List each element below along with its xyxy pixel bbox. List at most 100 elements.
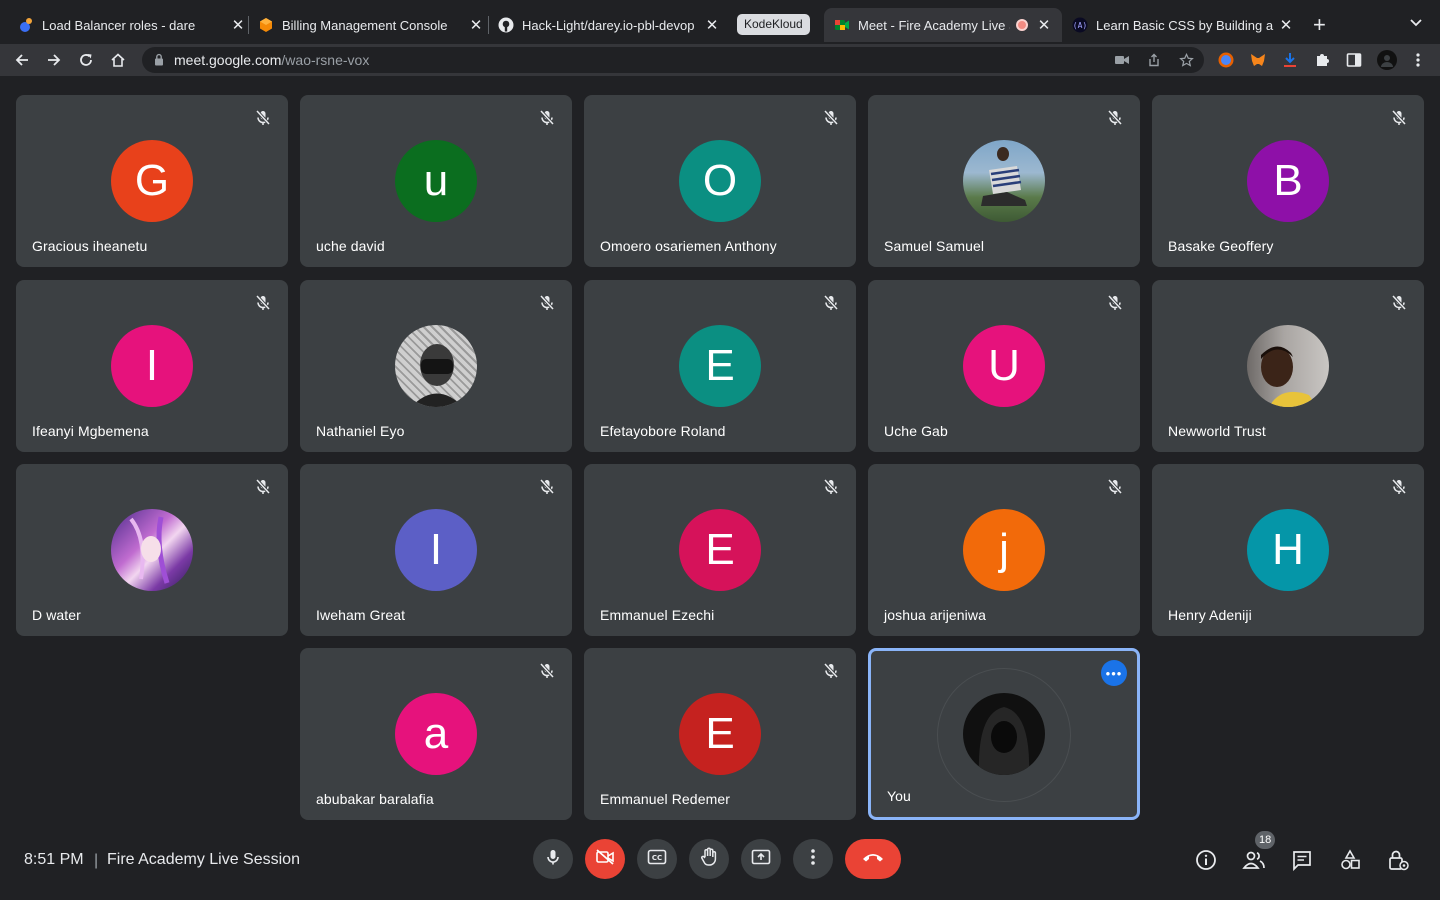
mic-muted-icon xyxy=(254,294,272,312)
mic-button[interactable] xyxy=(533,839,573,879)
back-icon[interactable] xyxy=(10,48,34,72)
close-tab-icon[interactable]: ✕ xyxy=(1278,16,1294,34)
browser-toolbar: meet.google.com/wao-rsne-vox xyxy=(0,44,1440,76)
metamask-extension-icon[interactable] xyxy=(1249,51,1267,69)
address-bar[interactable]: meet.google.com/wao-rsne-vox xyxy=(142,47,1204,73)
share-icon[interactable] xyxy=(1146,52,1162,68)
participant-tile[interactable]: u uche david xyxy=(300,95,572,267)
browser-tab[interactable]: Load Balancer roles - dare ✕ xyxy=(18,8,246,42)
browser-tab[interactable]: Billing Management Console ✕ xyxy=(258,8,484,42)
tab-search-chevron-icon[interactable] xyxy=(1410,14,1422,30)
participant-tile[interactable]: G Gracious iheanetu xyxy=(16,95,288,267)
close-tab-icon[interactable]: ✕ xyxy=(230,16,246,34)
tab-divider xyxy=(488,16,489,34)
participant-tile[interactable]: Samuel Samuel xyxy=(868,95,1140,267)
participant-tile[interactable]: E Emmanuel Ezechi xyxy=(584,464,856,636)
participant-tile[interactable]: Nathaniel Eyo xyxy=(300,280,572,452)
present-button[interactable] xyxy=(741,839,781,879)
participant-tile[interactable]: O Omoero osariemen Anthony xyxy=(584,95,856,267)
mic-muted-icon xyxy=(254,478,272,496)
captions-button[interactable]: CC xyxy=(637,839,677,879)
participant-tile[interactable]: U Uche Gab xyxy=(868,280,1140,452)
svg-text:CC: CC xyxy=(652,854,662,862)
captions-icon: CC xyxy=(647,849,667,870)
chat-icon[interactable] xyxy=(1290,848,1314,872)
url-text: meet.google.com/wao-rsne-vox xyxy=(174,52,369,68)
avatar-initial: E xyxy=(705,525,735,574)
new-tab-icon[interactable]: + xyxy=(1313,12,1326,38)
separator: | xyxy=(94,852,99,869)
participant-tile[interactable]: Newworld Trust xyxy=(1152,280,1424,452)
participant-tile[interactable]: E Efetayobore Roland xyxy=(584,280,856,452)
participant-tile[interactable]: D water xyxy=(16,464,288,636)
avatar: H xyxy=(1247,509,1329,591)
self-name: You xyxy=(887,788,911,804)
host-controls-icon[interactable] xyxy=(1386,848,1410,872)
participant-name: Efetayobore Roland xyxy=(600,423,726,439)
avatar-photo xyxy=(111,509,193,591)
mic-muted-icon xyxy=(538,109,556,127)
more-options-icon xyxy=(811,848,815,870)
mic-muted-icon xyxy=(254,109,272,127)
avatar-initial: U xyxy=(988,341,1020,390)
participant-tile[interactable]: H Henry Adeniji xyxy=(1152,464,1424,636)
raise-hand-button[interactable] xyxy=(689,839,729,879)
avatar-photo xyxy=(1247,325,1329,407)
participant-tile[interactable]: I Iweham Great xyxy=(300,464,572,636)
participant-tile[interactable]: a abubakar baralafia xyxy=(300,648,572,820)
more-options-button[interactable] xyxy=(793,839,833,879)
camera-in-use-icon[interactable] xyxy=(1114,52,1130,68)
mic-muted-icon xyxy=(1390,294,1408,312)
close-tab-icon[interactable]: ✕ xyxy=(468,16,484,34)
self-tile[interactable]: ••• You xyxy=(868,648,1140,820)
firefox-relay-extension-icon[interactable] xyxy=(1217,51,1235,69)
mic-muted-icon xyxy=(1106,478,1124,496)
browser-tab[interactable]: Hack-Light/darey.io-pbl-devop ✕ xyxy=(498,8,720,42)
avatar: U xyxy=(963,325,1045,407)
close-tab-icon[interactable]: ✕ xyxy=(704,16,720,34)
participant-name: Ifeanyi Mgbemena xyxy=(32,423,149,439)
clock: 8:51 PM xyxy=(24,851,84,868)
mic-muted-icon xyxy=(538,478,556,496)
profile-avatar-icon[interactable] xyxy=(1377,50,1397,70)
people-icon[interactable] xyxy=(1242,848,1266,872)
present-icon xyxy=(751,849,771,870)
avatar: u xyxy=(395,140,477,222)
darey-icon xyxy=(18,17,34,33)
close-tab-icon[interactable]: ✕ xyxy=(1036,16,1052,34)
mic-muted-icon xyxy=(822,294,840,312)
side-panel-icon[interactable] xyxy=(1345,51,1363,69)
tab-title: Learn Basic CSS by Building a xyxy=(1096,17,1274,33)
forward-icon[interactable] xyxy=(42,48,66,72)
participant-name: Henry Adeniji xyxy=(1168,607,1252,623)
info-icon[interactable] xyxy=(1194,848,1218,872)
participant-name: Omoero osariemen Anthony xyxy=(600,238,777,254)
participant-tile[interactable]: B Basake Geoffery xyxy=(1152,95,1424,267)
home-icon[interactable] xyxy=(106,48,130,72)
bookmark-star-icon[interactable] xyxy=(1178,52,1194,68)
avatar-initial: I xyxy=(429,525,443,574)
browser-tab-active[interactable]: Meet - Fire Academy Live S ✕ xyxy=(824,8,1062,42)
tab-strip: Load Balancer roles - dare ✕ Billing Man… xyxy=(0,0,1440,44)
camera-button[interactable] xyxy=(585,839,625,879)
leave-call-button[interactable] xyxy=(845,839,901,879)
more-options-dots-icon[interactable]: ••• xyxy=(1101,660,1127,686)
meeting-controls-bar: 8:51 PM | Fire Academy Live Session CC 1… xyxy=(0,826,1440,900)
reload-icon[interactable] xyxy=(74,48,98,72)
tab-title: Hack-Light/darey.io-pbl-devop xyxy=(522,17,695,33)
avatar-initial: a xyxy=(423,709,449,758)
avatar-initial: I xyxy=(145,341,159,390)
extensions-puzzle-icon[interactable] xyxy=(1313,51,1331,69)
participant-name: Uche Gab xyxy=(884,423,948,439)
browser-menu-icon[interactable] xyxy=(1409,51,1427,69)
tab-divider xyxy=(248,16,249,34)
activities-icon[interactable] xyxy=(1338,848,1362,872)
lock-icon[interactable] xyxy=(154,53,164,71)
participant-tile[interactable]: I Ifeanyi Mgbemena xyxy=(16,280,288,452)
participant-tile[interactable]: j joshua arijeniwa xyxy=(868,464,1140,636)
avatar: E xyxy=(679,693,761,775)
tab-group-label[interactable]: KodeKloud xyxy=(737,14,810,35)
download-icon[interactable] xyxy=(1281,51,1299,69)
participant-tile[interactable]: E Emmanuel Redemer xyxy=(584,648,856,820)
browser-tab[interactable]: (A) Learn Basic CSS by Building a ✕ xyxy=(1072,8,1294,42)
